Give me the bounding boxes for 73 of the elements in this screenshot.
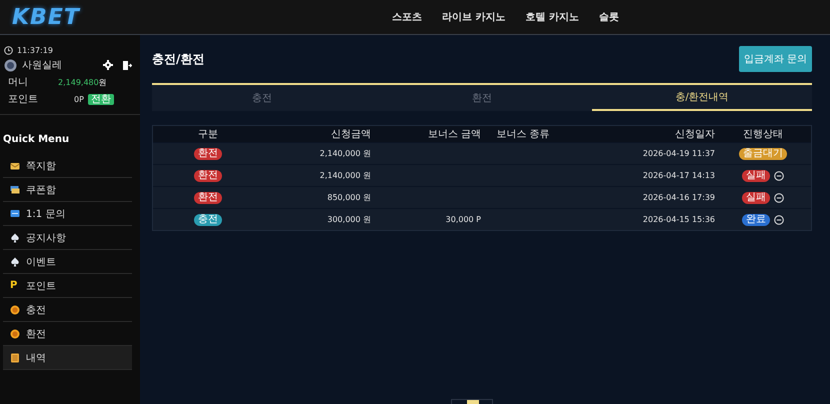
column-header: 신청일자	[674, 128, 715, 141]
menu-title: Quick Menu	[2, 133, 70, 147]
nav-link[interactable]: 호텔 카지노	[525, 10, 579, 24]
column-header: 신청금액	[330, 128, 371, 141]
level-badge-icon	[4, 58, 17, 72]
ticket-icon	[10, 184, 20, 194]
table-cell: 2026-04-17 14:13	[642, 171, 715, 180]
money-label: 머니	[8, 76, 29, 89]
menu-item[interactable]: 이벤트	[3, 250, 132, 274]
column-header: 구분	[197, 128, 219, 141]
table-cell: 850,000 원	[327, 192, 371, 203]
minus-circle-icon[interactable]	[774, 192, 784, 202]
money-value: 2,149,480원	[58, 76, 107, 88]
tab[interactable]: 충/환전내역	[592, 85, 812, 111]
user-name: 사원실레	[22, 59, 62, 72]
coin-icon	[10, 304, 20, 314]
logo: KBET	[12, 4, 80, 30]
spade-icon	[10, 232, 20, 242]
status-badge: 실패	[742, 170, 770, 182]
spade-icon	[10, 256, 20, 266]
menu-item[interactable]: 1:1 문의	[3, 202, 132, 226]
pagination-bar	[451, 399, 493, 404]
menu-label: 쿠폰함	[26, 184, 56, 196]
table-cell: 2,140,000 원	[320, 170, 371, 181]
menu-label: 환전	[26, 328, 46, 340]
nav-link[interactable]: 라이브 카지노	[442, 10, 506, 24]
menu-label: 이벤트	[26, 256, 56, 268]
coin-icon	[10, 328, 20, 338]
point-icon: P	[10, 280, 20, 291]
menu-item[interactable]: 내역	[3, 346, 132, 370]
menu-item[interactable]: 쪽지함	[3, 154, 132, 178]
type-badge: 환전	[194, 170, 222, 182]
column-header: 진행상태	[742, 128, 784, 141]
table-cell: 2026-04-19 11:37	[642, 149, 715, 158]
column-header: 보너스 금액	[426, 128, 481, 141]
menu-label: 충전	[26, 304, 46, 316]
point-value: 0P	[74, 94, 84, 104]
envelope-icon	[10, 160, 20, 170]
menu-label: 1:1 문의	[26, 208, 66, 220]
menu-label: 내역	[26, 352, 46, 364]
minus-circle-icon[interactable]	[774, 214, 784, 224]
type-badge: 충전	[194, 214, 222, 226]
tab[interactable]: 환전	[372, 85, 592, 111]
nav-link[interactable]: 슬롯	[598, 10, 619, 24]
menu-label: 공지사항	[26, 232, 66, 244]
status-badge: 실패	[742, 192, 770, 204]
nav-link[interactable]: 스포츠	[392, 10, 422, 24]
status-badge: 출금대기	[739, 148, 787, 160]
chat-icon	[10, 208, 20, 218]
point-label: 포인트	[8, 93, 39, 106]
table-cell: 300,000 원	[327, 214, 371, 225]
table-cell: 2026-04-15 15:36	[642, 215, 715, 224]
menu-item[interactable]: P 포인트	[3, 274, 132, 298]
clock-time: 11:37:19	[17, 46, 53, 55]
table-cell: 2026-04-16 17:39	[642, 193, 715, 202]
clock-icon	[4, 46, 13, 55]
menu-item[interactable]: 공지사항	[3, 226, 132, 250]
tab[interactable]: 충전	[152, 85, 372, 111]
menu-label: 쪽지함	[26, 160, 56, 172]
status-badge: 완료	[742, 214, 770, 226]
table-cell: 30,000 P	[446, 215, 481, 224]
menu-item[interactable]: 쿠폰함	[3, 178, 132, 202]
minus-circle-icon[interactable]	[774, 170, 784, 180]
column-header: 보너스 종류	[495, 128, 551, 141]
type-badge: 환전	[194, 192, 222, 204]
menu-label: 포인트	[26, 280, 56, 292]
type-badge: 환전	[194, 148, 222, 160]
logout-icon	[122, 60, 132, 70]
settings-icon	[103, 60, 113, 70]
table-cell: 2,140,000 원	[320, 148, 371, 159]
menu-item[interactable]: 충전	[3, 298, 132, 322]
page-title: 충전/환전	[152, 50, 204, 68]
document-icon	[10, 352, 20, 362]
